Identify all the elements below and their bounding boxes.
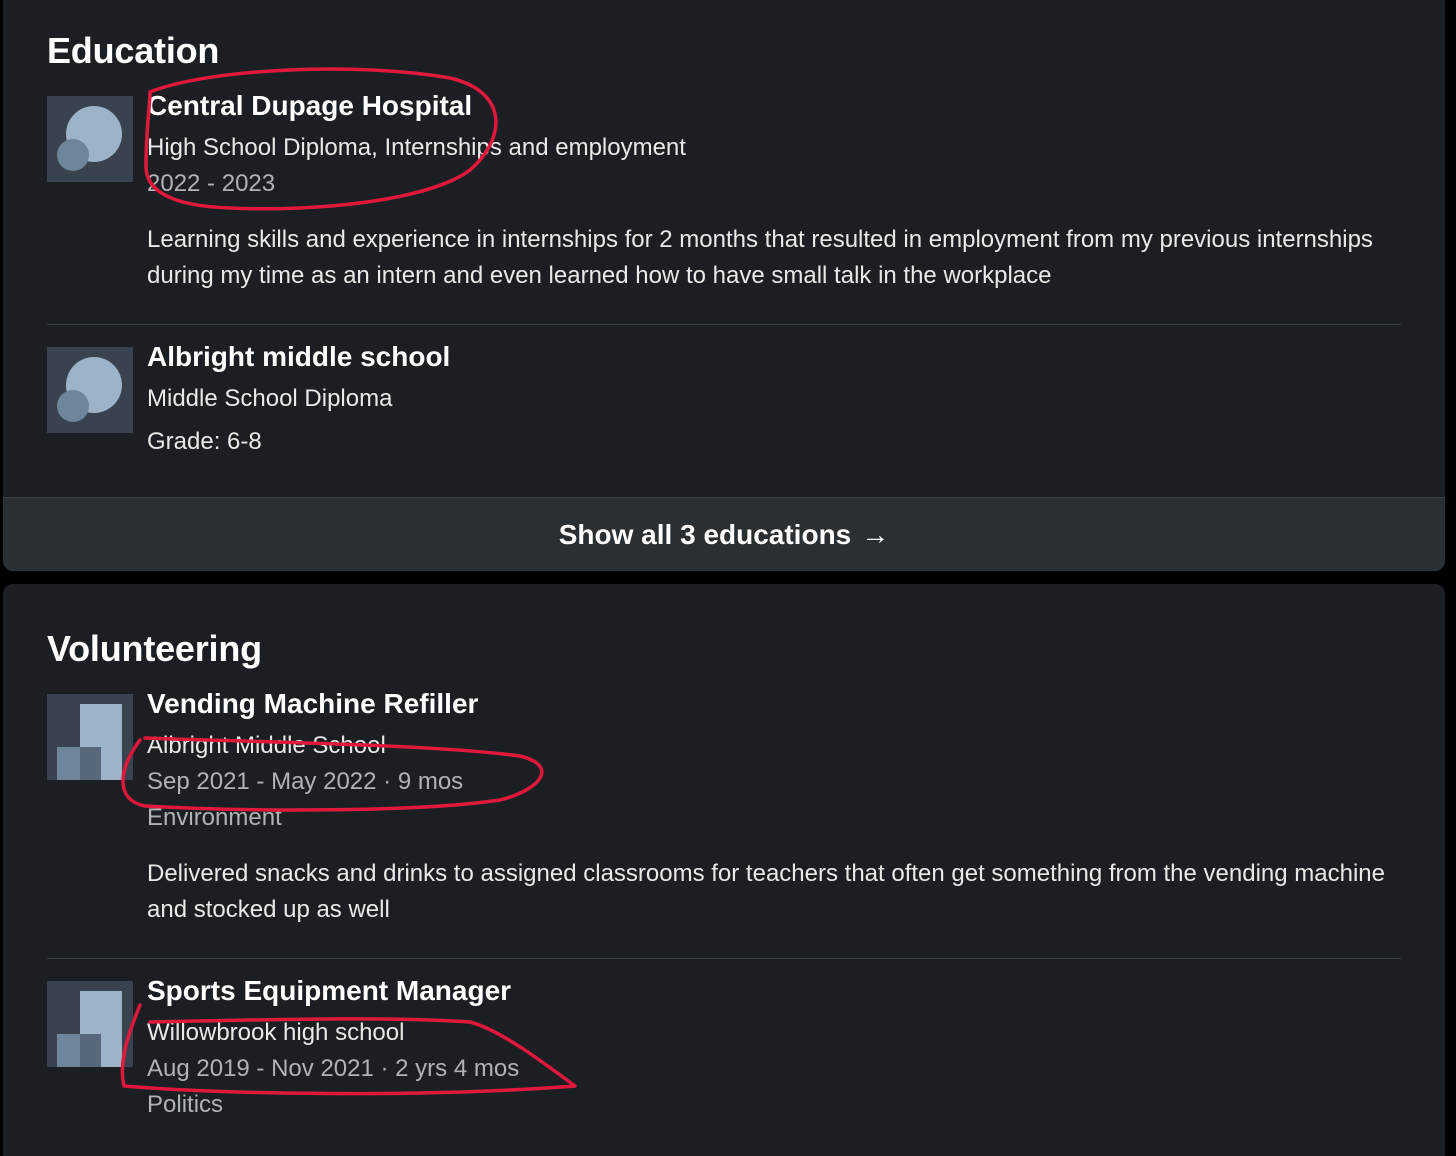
divider — [47, 958, 1401, 959]
school-placeholder-icon[interactable] — [47, 347, 133, 433]
organization: Willowbrook high school — [147, 1019, 405, 1046]
organization: Albright Middle School — [147, 732, 386, 759]
grade: Grade: 6-8 — [147, 428, 262, 455]
school-name[interactable]: Central Dupage Hospital — [147, 90, 472, 122]
education-heading: Education — [47, 30, 220, 71]
education-entry: Central Dupage Hospital High School Dipl… — [47, 90, 1401, 306]
education-section: Education Central Dupage Hospital High S… — [3, 0, 1445, 571]
arrow-right-icon: → — [861, 518, 890, 550]
cause: Environment — [147, 804, 282, 831]
education-description: Learning skills and experience in intern… — [147, 226, 1373, 289]
volunteering-section: Volunteering Vending Machine Refiller Al… — [3, 584, 1445, 1156]
role-title[interactable]: Sports Equipment Manager — [147, 975, 511, 1007]
school-name[interactable]: Albright middle school — [147, 341, 450, 373]
company-placeholder-icon[interactable] — [47, 694, 133, 780]
company-placeholder-icon[interactable] — [47, 981, 133, 1067]
school-placeholder-icon[interactable] — [47, 96, 133, 182]
date-range: Aug 2019 - Nov 2021 · 2 yrs 4 mos — [147, 1055, 520, 1082]
volunteering-description: Delivered snacks and drinks to assigned … — [147, 860, 1385, 923]
role-title[interactable]: Vending Machine Refiller — [147, 688, 478, 720]
profile-page: Education Central Dupage Hospital High S… — [0, 0, 1456, 1156]
volunteering-entry: Sports Equipment Manager Willowbrook hig… — [47, 975, 1401, 1141]
degree: High School Diploma, Internships and emp… — [147, 134, 686, 161]
degree: Middle School Diploma — [147, 385, 393, 412]
show-all-educations-button[interactable]: Show all 3 educations → — [3, 497, 1445, 571]
volunteering-heading: Volunteering — [47, 628, 262, 669]
date-range: Sep 2021 - May 2022 · 9 mos — [147, 768, 464, 795]
show-all-label: Show all 3 educations — [558, 518, 852, 550]
date-range: 2022 - 2023 — [147, 170, 276, 197]
divider — [47, 324, 1401, 325]
volunteering-entry: Vending Machine Refiller Albright Middle… — [47, 688, 1401, 944]
education-entry: Albright middle school Middle School Dip… — [47, 341, 1401, 477]
cause: Politics — [147, 1091, 224, 1118]
